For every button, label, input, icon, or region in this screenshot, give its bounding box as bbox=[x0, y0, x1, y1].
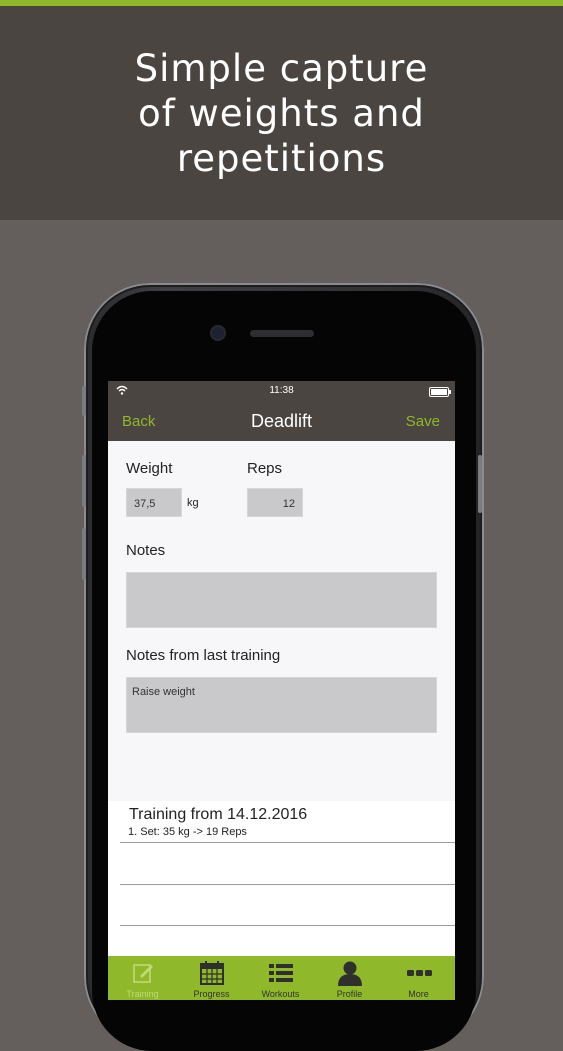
tab-label: Training bbox=[126, 989, 159, 999]
tab-profile[interactable]: Profile bbox=[315, 956, 384, 1000]
history-set: 1. Set: 35 kg -> 19 Reps bbox=[128, 826, 247, 838]
headline-line-3: repetitions bbox=[176, 137, 387, 180]
status-time: 11:38 bbox=[269, 385, 294, 396]
reps-label: Reps bbox=[247, 460, 283, 477]
earpiece-speaker bbox=[250, 330, 314, 337]
navigation-bar: Back Deadlift Save bbox=[108, 401, 455, 441]
promo-headline: Simple capture of weights and repetition… bbox=[0, 46, 563, 181]
training-icon bbox=[133, 964, 153, 983]
training-history: Training from 14.12.2016 1. Set: 35 kg -… bbox=[108, 801, 455, 957]
list-icon bbox=[269, 964, 293, 982]
tab-more[interactable]: More bbox=[384, 956, 453, 1000]
weight-unit: kg bbox=[187, 497, 199, 509]
tab-bar: Training Progress Workouts Profile More bbox=[108, 956, 455, 1000]
tab-progress[interactable]: Progress bbox=[177, 956, 246, 1000]
more-icon bbox=[407, 970, 432, 976]
tab-label: Workouts bbox=[261, 989, 300, 999]
notes-input[interactable] bbox=[126, 572, 437, 628]
last-notes-label: Notes from last training bbox=[126, 647, 281, 664]
tab-training[interactable]: Training bbox=[108, 956, 177, 1000]
promo-banner: Simple capture of weights and repetition… bbox=[0, 6, 563, 220]
headline-line-2: of weights and bbox=[138, 92, 425, 135]
front-camera bbox=[212, 327, 224, 339]
phone-power-button bbox=[478, 455, 482, 513]
divider bbox=[120, 842, 455, 843]
save-button[interactable]: Save bbox=[406, 413, 440, 430]
page-title: Deadlift bbox=[250, 411, 313, 431]
tab-label: More bbox=[408, 989, 429, 999]
weight-label: Weight bbox=[126, 460, 173, 477]
phone-mute-switch bbox=[82, 386, 86, 416]
tab-label: Progress bbox=[193, 989, 230, 999]
last-notes-field: Raise weight bbox=[126, 677, 437, 733]
profile-icon bbox=[338, 961, 362, 986]
notes-label: Notes bbox=[126, 542, 166, 559]
tab-workouts[interactable]: Workouts bbox=[246, 956, 315, 1000]
app-screen: 11:38 Back Deadlift Save Weight 37,5 kg … bbox=[108, 381, 455, 1000]
weight-input[interactable]: 37,5 bbox=[126, 488, 182, 517]
history-title: Training from 14.12.2016 bbox=[129, 806, 308, 823]
divider bbox=[120, 884, 455, 885]
reps-input[interactable]: 12 bbox=[247, 488, 303, 517]
phone-volume-up bbox=[82, 455, 86, 507]
status-bar: 11:38 bbox=[108, 381, 455, 401]
tab-label: Profile bbox=[336, 989, 363, 999]
calendar-icon bbox=[200, 961, 224, 985]
phone-volume-down bbox=[82, 528, 86, 580]
headline-line-1: Simple capture bbox=[134, 47, 429, 90]
divider bbox=[120, 925, 455, 926]
battery-icon bbox=[429, 387, 451, 397]
exercise-form: Weight 37,5 kg Reps 12 Notes Notes from … bbox=[108, 441, 455, 801]
